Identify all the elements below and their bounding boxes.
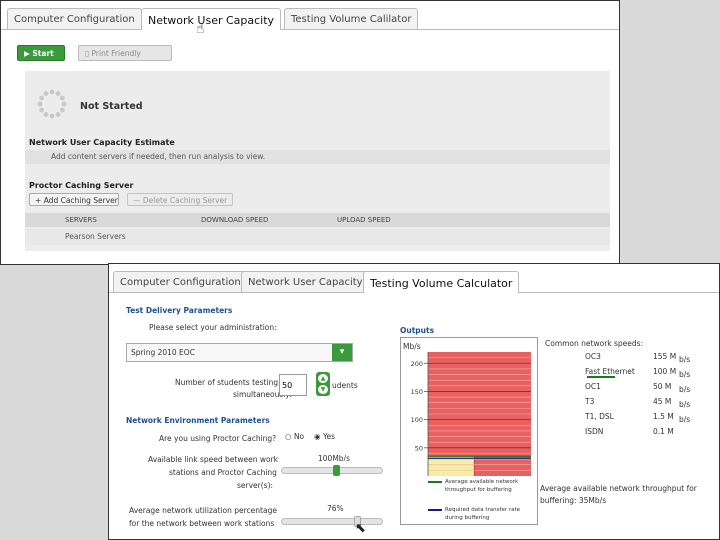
network-speed-name: T1, DSL [585,412,614,421]
network-speeds-list: OC3 155 Mb/s Fast Ethernet 100 Mb/s OC1 50 Mb… [585,352,715,442]
network-speed-value: 50 M [653,382,672,391]
link-speed-slider[interactable] [281,465,383,476]
network-speed-value: 155 M [653,352,677,361]
print-friendly-button[interactable]: ▯ Print Friendly [78,45,172,61]
speeds-title: Common network speeds: [545,339,644,348]
network-speed-item: T1, DSL 1.5 M b/s [585,412,715,427]
link-speed-slider-handle[interactable] [333,465,340,476]
administration-value: Spring 2010 EOC [131,348,195,357]
play-icon: ▶ [24,49,30,58]
network-speed-name: OC1 [585,382,601,391]
status-text: Not Started [80,101,143,112]
network-speed-name: OC3 [585,352,601,361]
proctor-caching-question: Are you using Proctor Caching? [159,434,277,443]
network-speed-unit: b/s [679,400,691,409]
minus-icon: — [133,196,141,205]
network-speed-unit: b/s [679,415,691,424]
tab-testing-volume-calculator[interactable]: Testing Volume Calilator [284,8,419,29]
proctor-no-radio[interactable]: ○ No [285,432,304,441]
link-speed-label-1: Available link speed between work [148,455,278,464]
hand-cursor-icon: ☝ [196,21,205,37]
radio-selected-icon: ◉ [314,432,321,441]
legend-swatch [428,509,442,511]
legend-label: Average available network throughput for… [445,479,519,493]
utilization-value: 76% [327,504,344,513]
throughput-text-2: buffering: 35Mb/s [540,496,607,505]
students-suffix: udents [332,381,358,390]
admin-prompt: Please select your administration: [149,323,277,332]
analysis-panel: Not Started Network User Capacity Estima… [25,71,610,251]
students-input[interactable] [279,374,307,396]
network-speed-item: Fast Ethernet 100 Mb/s [585,367,715,382]
testing-volume-calculator-window: Computer Configuration Network User Capa… [108,263,720,540]
network-speed-name: ISDN [585,427,604,436]
plus-icon: + [35,196,42,205]
students-label: Number of students testing [175,378,279,387]
network-environment-title: Network Environment Parameters [126,416,270,425]
utilization-label-2: for the network between work stations [129,519,275,528]
utilization-slider[interactable] [281,516,383,527]
network-speed-value: 0.1 M [653,427,674,436]
dropdown-arrow-icon[interactable]: ▾ [332,344,352,361]
mouse-pointer-icon: ⬉ [355,521,366,536]
network-speed-unit: b/s [679,355,691,364]
proctor-caching-title: Proctor Caching Server [29,181,134,190]
network-speed-name: Fast Ethernet [585,367,635,376]
decrement-icon[interactable]: ▼ [318,385,328,394]
test-delivery-title: Test Delivery Parameters [126,306,233,315]
legend-label: Required data transfer rate during buffe… [445,507,521,521]
tab-bar: Computer Configuration Network User Capa… [1,1,619,30]
server-name-cell: Pearson Servers [65,232,126,241]
network-speed-unit: b/s [679,370,691,379]
tab-testing-volume-calculator[interactable]: Testing Volume Calculator [363,271,520,293]
y-tick-label: 200 [411,360,423,368]
col-servers: SERVERS [65,216,97,224]
speed-marker-line [587,376,615,378]
link-speed-value: 100Mb/s [318,454,350,463]
outputs-title: Outputs [400,326,435,335]
y-tick-label: 100 [411,416,423,424]
network-speed-item: ISDN 0.1 M [585,427,715,442]
outputs-chart: Mb/s 200 150 100 50 Average available netwo… [400,337,538,525]
delete-caching-server-button[interactable]: — Delete Caching Server [127,193,233,206]
tab-network-user-capacity[interactable]: Network User Capacity [241,271,370,292]
network-user-capacity-window: Computer Configuration Network User Capa… [0,0,620,265]
y-tick-label: 50 [415,444,423,452]
network-speed-item: T3 45 M b/s [585,397,715,412]
tab-computer-configuration[interactable]: Computer Configuration [7,8,142,29]
network-speed-item: OC3 155 Mb/s [585,352,715,367]
administration-select[interactable]: Spring 2010 EOC ▾ [126,343,353,362]
utilization-label-1: Average network utilization percentage [129,506,277,515]
tab-network-user-capacity[interactable]: Network User Capacity [141,8,282,30]
network-speed-value: 100 M [653,367,677,376]
quantity-stepper[interactable]: ▲ ▼ [316,372,330,396]
network-speed-value: 45 M [653,397,672,406]
network-speed-item: OC1 50 M b/s [585,382,715,397]
document-icon: ▯ [85,49,90,58]
radio-unselected-icon: ○ [285,432,292,441]
throughput-text-1: Average available network throughput for [540,484,697,493]
legend-swatch [428,481,442,483]
increment-icon[interactable]: ▲ [318,374,328,383]
estimate-title: Network User Capacity Estimate [29,138,175,147]
tab-computer-configuration[interactable]: Computer Configuration [113,271,248,292]
network-speed-unit: b/s [679,385,691,394]
add-caching-server-button[interactable]: + Add Caching Server [29,193,119,206]
start-button[interactable]: ▶ Start [17,45,65,61]
link-speed-label-3: server(s): [237,481,274,490]
tab-bar: Computer Configuration Network User Capa… [109,264,719,293]
table-row[interactable]: Pearson Servers [25,229,610,245]
estimate-text: Add content servers if needed, then run … [51,152,266,161]
estimate-row: Add content servers if needed, then run … [25,150,610,164]
y-tick-label: 150 [411,388,423,396]
network-speed-name: T3 [585,397,595,406]
link-speed-label-2: stations and Proctor Caching [169,468,277,477]
chart-plot: 200 150 100 50 [411,352,531,476]
proctor-yes-radio[interactable]: ◉ Yes [314,432,335,441]
col-upload-speed: UPLOAD SPEED [337,216,391,224]
servers-table-header: SERVERS DOWNLOAD SPEED UPLOAD SPEED [25,213,610,227]
network-speed-value: 1.5 M [653,412,674,421]
col-download-speed: DOWNLOAD SPEED [201,216,269,224]
loading-spinner-icon [37,89,67,119]
